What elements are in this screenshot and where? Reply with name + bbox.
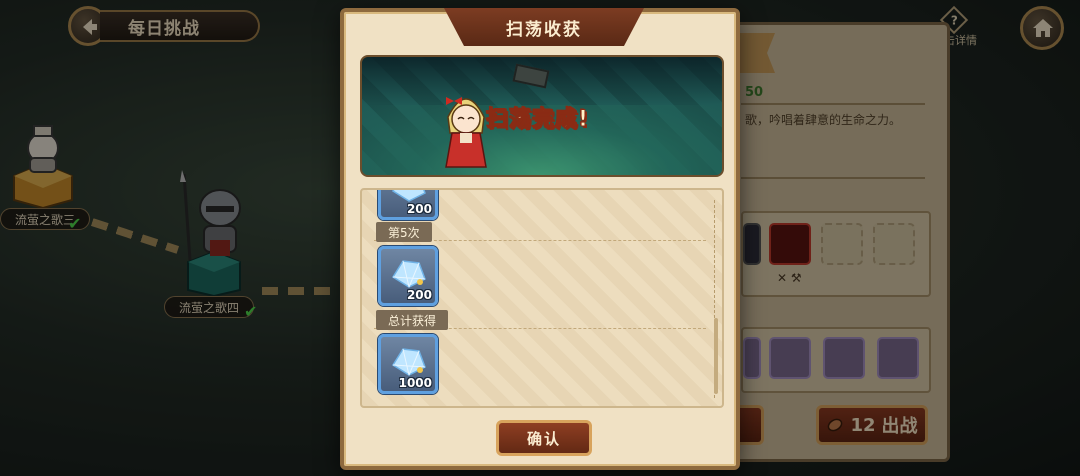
chibi-girl-icon [445, 97, 487, 168]
reward-list[interactable]: 200 第5次 200 总计获得 1000 [360, 188, 724, 408]
total-reward-item[interactable]: 1000 [378, 334, 438, 394]
total-tag: 总计获得 [376, 310, 449, 330]
reward-amount: 200 [406, 288, 432, 302]
reward-amount: 200 [406, 202, 432, 216]
sweep-result-dialog: 扫荡收获 扫荡完成! 200 第5次 200 总计获得 1000 确认 [340, 8, 740, 470]
crystal-icon [391, 348, 426, 376]
sweep-complete-banner: 扫荡完成! [360, 55, 724, 177]
sweep-complete-text: 扫荡完成! [485, 107, 590, 133]
crystal-icon [391, 260, 426, 288]
reward-item[interactable]: 200 [378, 190, 438, 220]
scroll-thumb[interactable] [714, 318, 718, 394]
reward-amount: 1000 [398, 376, 432, 390]
banner-pipe [512, 63, 550, 89]
reward-item[interactable]: 200 [378, 246, 438, 306]
confirm-button[interactable]: 确认 [496, 420, 592, 456]
sweep-round-tag: 第5次 [376, 222, 432, 242]
game-screen: 每日挑战 ? 击详情 流萤之歌三 ✔ 流萤之歌四 ✔ 50 歌，吟唱着肆意的生命… [0, 0, 1080, 476]
dialog-title: 扫荡收获 [444, 8, 644, 46]
